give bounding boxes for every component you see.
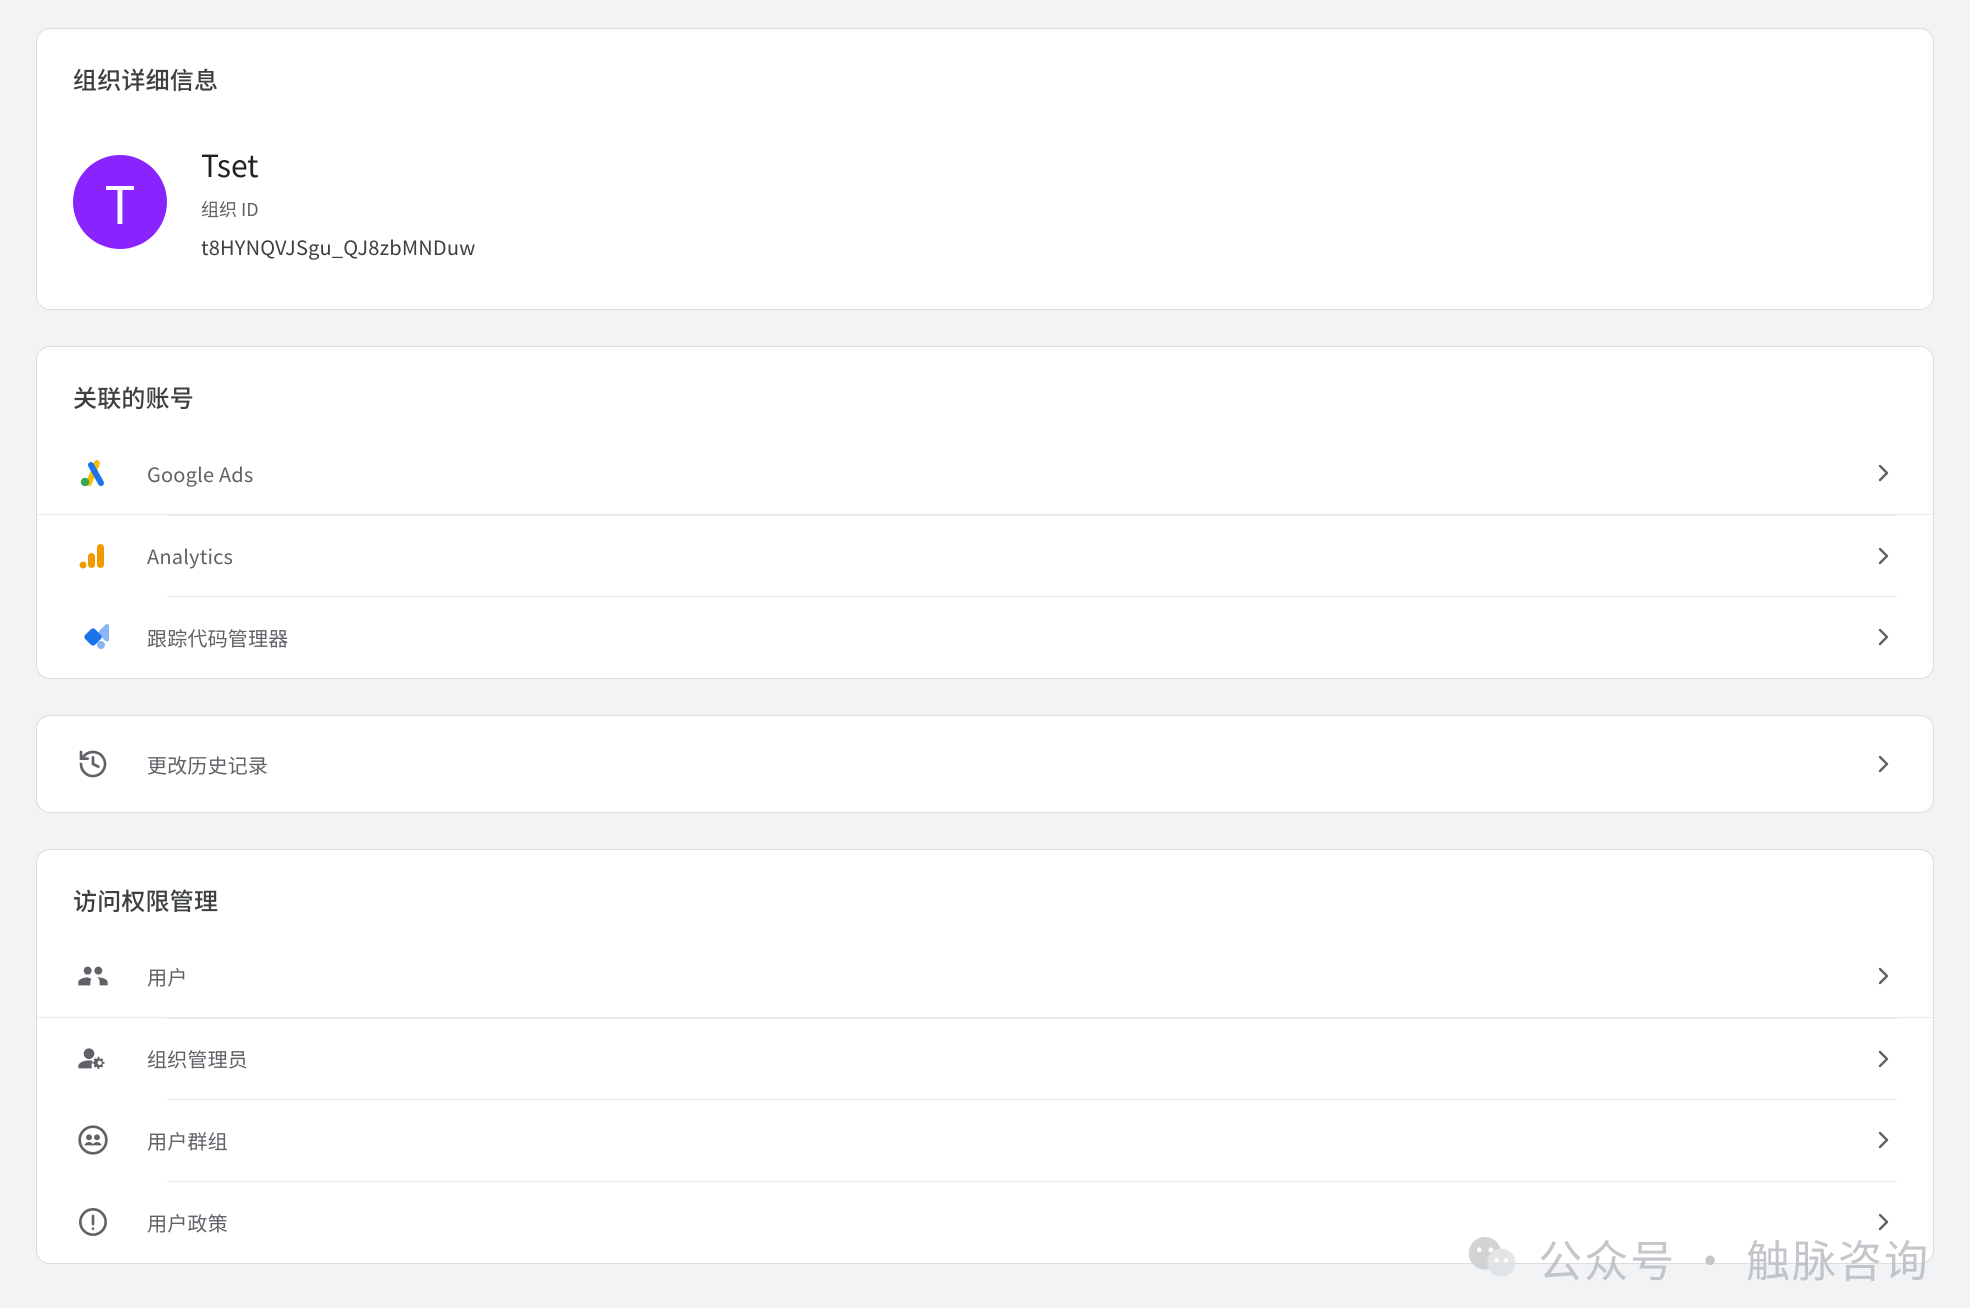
access-item-label: 用户政策 <box>147 1208 1839 1237</box>
chevron-right-icon <box>1869 1045 1897 1073</box>
linked-accounts-card: 关联的账号 Google Ads <box>36 346 1934 679</box>
access-item-label: 用户群组 <box>147 1126 1839 1155</box>
access-item-user-groups[interactable]: 用户群组 <box>37 1099 1933 1181</box>
access-item-org-admins[interactable]: 组织管理员 <box>37 1017 1933 1099</box>
linked-account-analytics[interactable]: Analytics <box>37 514 1933 596</box>
divider <box>167 596 1897 597</box>
chevron-right-icon <box>1869 750 1897 778</box>
divider <box>167 515 1897 516</box>
divider <box>167 1099 1897 1100</box>
linked-account-google-ads[interactable]: Google Ads <box>37 432 1933 514</box>
organization-meta: Tset 组织 ID t8HYNQVJSgu_QJ8zbMNDuw <box>201 142 475 261</box>
access-management-title: 访问权限管理 <box>37 850 1933 935</box>
linked-account-label: Google Ads <box>147 459 1839 488</box>
organization-id-label: 组织 ID <box>201 196 475 222</box>
access-item-users[interactable]: 用户 <box>37 935 1933 1017</box>
organization-details-body: T Tset 组织 ID t8HYNQVJSgu_QJ8zbMNDuw <box>37 114 1933 309</box>
linked-account-tag-manager[interactable]: 跟踪代码管理器 <box>37 596 1933 678</box>
organization-avatar: T <box>73 155 167 249</box>
organization-details-title: 组织详细信息 <box>37 29 1933 114</box>
divider <box>167 1018 1897 1019</box>
linked-accounts-title: 关联的账号 <box>37 347 1933 432</box>
organization-name: Tset <box>201 142 475 186</box>
change-history-label: 更改历史记录 <box>147 750 1839 779</box>
organization-id: t8HYNQVJSgu_QJ8zbMNDuw <box>201 232 475 261</box>
divider <box>167 1181 1897 1182</box>
access-management-card: 访问权限管理 用户 组织管理员 <box>36 849 1934 1264</box>
history-icon <box>73 748 113 780</box>
chevron-right-icon <box>1869 1208 1897 1236</box>
change-history-card: 更改历史记录 <box>36 715 1934 813</box>
analytics-icon <box>73 540 113 572</box>
access-item-label: 用户 <box>147 962 1839 991</box>
linked-account-label: 跟踪代码管理器 <box>147 623 1839 652</box>
linked-account-label: Analytics <box>147 541 1839 570</box>
organization-details-card: 组织详细信息 T Tset 组织 ID t8HYNQVJSgu_QJ8zbMND… <box>36 28 1934 310</box>
access-item-user-policy[interactable]: 用户政策 <box>37 1181 1933 1263</box>
change-history-row[interactable]: 更改历史记录 <box>37 716 1933 812</box>
chevron-right-icon <box>1869 1126 1897 1154</box>
chevron-right-icon <box>1869 623 1897 651</box>
gtm-icon <box>73 621 113 653</box>
google-ads-icon <box>73 457 113 489</box>
chevron-right-icon <box>1869 542 1897 570</box>
admin-icon <box>73 1043 113 1075</box>
access-item-label: 组织管理员 <box>147 1044 1839 1073</box>
groups-icon <box>73 1124 113 1156</box>
chevron-right-icon <box>1869 962 1897 990</box>
page: 组织详细信息 T Tset 组织 ID t8HYNQVJSgu_QJ8zbMND… <box>0 0 1970 1304</box>
policy-icon <box>73 1206 113 1238</box>
users-icon <box>73 960 113 992</box>
chevron-right-icon <box>1869 459 1897 487</box>
